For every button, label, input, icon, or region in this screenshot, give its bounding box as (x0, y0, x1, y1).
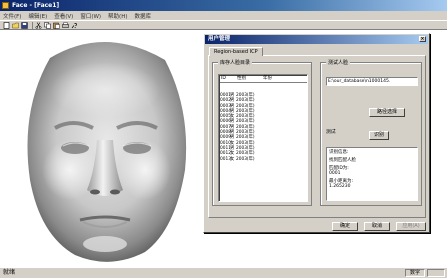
toolbar (0, 20, 447, 30)
path-field[interactable]: E:\our_database\n1000145. (326, 77, 418, 86)
menu-help[interactable]: 帮助(H) (108, 12, 127, 20)
status-bar: 就绪 数字 (0, 267, 447, 278)
apply-button[interactable]: 应用(A) (396, 222, 426, 231)
face-model-render (27, 41, 187, 262)
identify-button[interactable]: 识别 (369, 131, 389, 140)
app-icon (2, 2, 9, 9)
menu-window[interactable]: 窗口(W) (80, 12, 101, 20)
menu-database[interactable]: 数据库 (134, 12, 151, 20)
face-list-group: 库存人脸目录 ID 性别 年份 0001男 2003(年) 0002男 2003(年)… (212, 59, 312, 206)
model-viewport[interactable]: 用户管理 × Region-based ICP 库存人脸目录 ID 性别 年份 … (0, 30, 447, 267)
test-label: 测试 (326, 130, 336, 135)
tab-panel: 库存人脸目录 ID 性别 年份 0001男 2003(年) 0002男 2003(年)… (208, 55, 426, 218)
result-found: 找到匹配人脸 (329, 158, 356, 163)
face-list-group-label: 库存人脸目录 (218, 59, 253, 66)
toolbar-separator (32, 21, 33, 29)
list-rows: 0001男 2003(年) 0002男 2003(年) 0003男 2003(年) 0004… (220, 93, 255, 162)
list-item[interactable]: 0013女 2003(年) (220, 157, 255, 162)
match-id-value: 0001 (329, 171, 341, 176)
close-icon[interactable]: × (419, 36, 426, 42)
menu-view[interactable]: 查看(V) (54, 12, 73, 20)
help-icon[interactable] (71, 22, 78, 29)
cancel-button[interactable]: 取消 (364, 222, 390, 231)
dialog-title: 用户管理 (208, 36, 231, 42)
list-header: ID 性别 年份 (220, 76, 307, 83)
list-item-id: 0013 (220, 156, 231, 162)
face-list[interactable]: ID 性别 年份 0001男 2003(年) 0002男 2003(年) 0003男 20… (218, 74, 308, 202)
print-icon[interactable] (62, 21, 69, 29)
dialog-title-bar: 用户管理 × (205, 35, 428, 44)
paste-icon[interactable] (53, 22, 60, 29)
result-box: 识别信息: 找到匹配人脸 匹配ID为: 0001 最小距离为: 1.265230 (326, 147, 418, 201)
open-folder-icon[interactable] (12, 22, 19, 29)
result-header: 识别信息: (329, 150, 349, 155)
status-text: 就绪 (3, 269, 16, 276)
menu-edit[interactable]: 编辑(E) (28, 12, 47, 20)
save-icon[interactable] (21, 21, 28, 29)
list-item-year: 2003(年) (236, 156, 255, 162)
test-face-group: 测试人脸 E:\our_database\n1000145. 路径选择 测试 识… (320, 59, 422, 206)
column-gender[interactable]: 性别 (237, 76, 246, 82)
new-file-icon[interactable] (3, 21, 10, 29)
tab-region-based-icp[interactable]: Region-based ICP (209, 47, 263, 56)
num-lock-indicator: 数字 (405, 269, 425, 277)
copy-icon[interactable] (44, 21, 51, 29)
column-id[interactable]: ID (221, 76, 226, 82)
window-title: Face - [Face1] (12, 2, 60, 9)
status-cell (427, 269, 445, 277)
menu-file[interactable]: 文件(F) (3, 12, 21, 20)
user-management-dialog: 用户管理 × Region-based ICP 库存人脸目录 ID 性别 年份 … (203, 33, 430, 233)
ok-button[interactable]: 确定 (332, 222, 358, 231)
column-year[interactable]: 年份 (263, 76, 272, 82)
test-face-group-label: 测试人脸 (326, 59, 351, 66)
select-path-button[interactable]: 路径选择 (369, 108, 405, 117)
distance-value: 1.265230 (329, 184, 351, 189)
menu-bar: 文件(F) 编辑(E) 查看(V) 窗口(W) 帮助(H) 数据库 (0, 11, 447, 20)
title-bar: Face - [Face1] (0, 0, 447, 11)
cut-icon[interactable] (35, 21, 42, 29)
